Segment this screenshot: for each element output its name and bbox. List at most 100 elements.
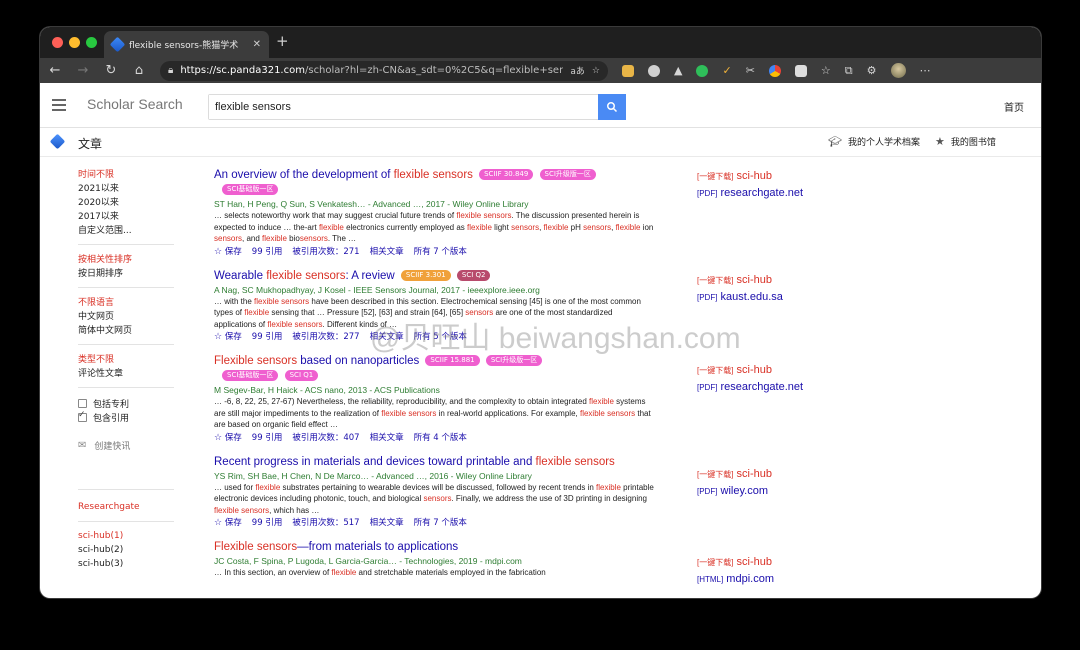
create-alert-link[interactable]: ✉ 创建快讯 [78, 438, 178, 452]
extensions-toolbar: ▲ ✓ ✂ ☆ ⧉ ⚙ ⋯ [622, 63, 931, 78]
extensions-icon[interactable]: ⚙ [867, 64, 877, 77]
results-list: An overview of the development of flexib… [214, 168, 654, 589]
url-text[interactable]: https://sc.panda321.com/scholar?hl=zh-CN… [180, 65, 563, 76]
save-button[interactable]: ☆ 保存 [214, 246, 242, 259]
checkbox[interactable] [78, 398, 87, 408]
profile-avatar[interactable] [890, 63, 906, 78]
type-option[interactable]: 类型不限 [78, 353, 174, 367]
all-versions-link[interactable]: 所有 7 个版本 [414, 246, 467, 259]
time-filter-option[interactable]: 时间不限 [78, 168, 174, 182]
forward-icon[interactable]: → [76, 63, 90, 78]
source-link[interactable]: mdpi.com [726, 573, 774, 585]
sort-by-date[interactable]: 按日期排序 [78, 267, 174, 281]
close-window-button[interactable] [52, 37, 63, 48]
language-option[interactable]: 不限语言 [78, 296, 174, 310]
type-filter: 类型不限 评论性文章 [78, 353, 174, 388]
related-articles-link[interactable]: 相关文章 [370, 246, 404, 259]
menu-icon[interactable] [52, 99, 66, 114]
all-versions-link[interactable]: 所有 5 个版本 [414, 331, 467, 344]
favorites-icon[interactable]: ☆ [821, 64, 831, 77]
cite-button[interactable]: 99 引用 [252, 331, 283, 344]
maximize-window-button[interactable] [86, 37, 97, 48]
result-title[interactable]: Flexible sensors based on nanoparticles … [214, 354, 654, 384]
color-extension-icon[interactable] [768, 64, 781, 77]
sci-quartile-badge: SCI Q1 [284, 370, 319, 381]
favorite-star-icon[interactable]: ☆ [592, 66, 600, 76]
result-title[interactable]: Wearable flexible sensors: A review SCII… [214, 269, 654, 284]
scihub-download-link[interactable]: sci-hub [737, 170, 772, 182]
translate-icon[interactable]: aあ [570, 64, 585, 77]
cite-button[interactable]: 99 引用 [252, 432, 283, 445]
scihub-download-link[interactable]: sci-hub [737, 556, 772, 568]
save-button[interactable]: ☆ 保存 [214, 331, 242, 344]
checkbox-checked[interactable] [78, 410, 87, 422]
screenshot-extension-icon[interactable] [794, 64, 807, 77]
my-library-link[interactable]: ★ 我的图书馆 [935, 135, 996, 148]
folder-extension-icon[interactable] [622, 64, 634, 77]
save-button[interactable]: ☆ 保存 [214, 432, 242, 445]
browser-tab[interactable]: flexible sensors-熊猫学术 ✕ [104, 31, 269, 58]
source-link[interactable]: researchgate.net [721, 187, 804, 199]
scihub-download-link[interactable]: sci-hub [737, 364, 772, 376]
related-articles-link[interactable]: 相关文章 [370, 331, 404, 344]
include-patents-checkbox[interactable]: 包括专利 [78, 396, 178, 410]
related-articles-link[interactable]: 相关文章 [370, 517, 404, 530]
result-title[interactable]: An overview of the development of flexib… [214, 168, 654, 198]
check-extension-icon[interactable]: ✓ [722, 64, 731, 77]
green-extension-icon[interactable] [696, 64, 709, 77]
minimize-window-button[interactable] [69, 37, 80, 48]
time-filter-option[interactable]: 2020以来 [78, 196, 174, 210]
home-icon[interactable]: ⌂ [132, 63, 146, 78]
sci-quartile-badge: SCI Q2 [456, 269, 491, 281]
sub-header: 文章 🎓︎ 我的个人学术档案 ★ 我的图书馆 [40, 128, 1041, 157]
source-link[interactable]: kaust.edu.sa [721, 291, 783, 303]
time-filter-option[interactable]: 2021以来 [78, 182, 174, 196]
all-versions-link[interactable]: 所有 4 个版本 [414, 432, 467, 445]
sci-tier-badge: SCI升级版一区 [485, 355, 543, 366]
cited-by-link[interactable]: 被引用次数：271 [292, 246, 359, 259]
scihub-link-3[interactable]: sci-hub(3) [78, 557, 178, 571]
search-button[interactable] [598, 94, 626, 120]
mountain-extension-icon[interactable]: ▲ [674, 64, 682, 77]
cited-by-link[interactable]: 被引用次数：407 [292, 432, 359, 445]
source-link[interactable]: researchgate.net [721, 381, 804, 393]
ghost-extension-icon[interactable] [648, 64, 660, 77]
cited-by-link[interactable]: 被引用次数：277 [292, 331, 359, 344]
save-button[interactable]: ☆ 保存 [214, 517, 242, 530]
include-citations-checkbox[interactable]: 包含引用 [78, 410, 178, 424]
sort-by-relevance[interactable]: 按相关性排序 [78, 253, 174, 267]
researchgate-link[interactable]: Researchgate [78, 500, 178, 514]
cited-by-link[interactable]: 被引用次数：517 [292, 517, 359, 530]
time-filter-option[interactable]: 2017以来 [78, 210, 174, 224]
url-field[interactable]: 🔒︎ https://sc.panda321.com/scholar?hl=zh… [160, 60, 608, 81]
result-title[interactable]: Recent progress in materials and devices… [214, 455, 654, 470]
result-title[interactable]: Flexible sensors—from materials to appli… [214, 540, 654, 555]
type-option[interactable]: 评论性文章 [78, 367, 174, 381]
impact-factor-badge: SCIIF 3.301 [400, 269, 451, 281]
collections-icon[interactable]: ⧉ [845, 64, 853, 78]
language-option[interactable]: 简体中文网页 [78, 324, 174, 338]
cite-button[interactable]: 99 引用 [252, 517, 283, 530]
search-input[interactable] [209, 95, 598, 119]
my-profile-link[interactable]: 🎓︎ 我的个人学术档案 [828, 135, 920, 148]
custom-range-option[interactable]: 自定义范围... [78, 224, 174, 238]
scihub-link-2[interactable]: sci-hub(2) [78, 543, 178, 557]
new-tab-button[interactable]: + [276, 32, 289, 50]
all-versions-link[interactable]: 所有 7 个版本 [414, 517, 467, 530]
search-box [208, 94, 626, 120]
cite-button[interactable]: 99 引用 [252, 246, 283, 259]
reload-icon[interactable]: ↻ [104, 63, 118, 78]
back-icon[interactable]: ← [48, 63, 62, 78]
site-logo[interactable]: Scholar Search [87, 96, 183, 112]
home-link[interactable]: 首页 [1004, 99, 1024, 114]
language-option[interactable]: 中文网页 [78, 310, 174, 324]
scihub-link-1[interactable]: sci-hub(1) [78, 529, 178, 543]
result-item: Flexible sensors—from materials to appli… [214, 540, 654, 579]
related-articles-link[interactable]: 相关文章 [370, 432, 404, 445]
source-link[interactable]: wiley.com [721, 485, 768, 497]
scihub-download-link[interactable]: sci-hub [737, 468, 772, 480]
more-menu-icon[interactable]: ⋯ [920, 64, 931, 77]
tab-close-icon[interactable]: ✕ [253, 39, 261, 50]
scissors-extension-icon[interactable]: ✂ [746, 64, 755, 77]
scihub-download-link[interactable]: sci-hub [737, 274, 772, 286]
